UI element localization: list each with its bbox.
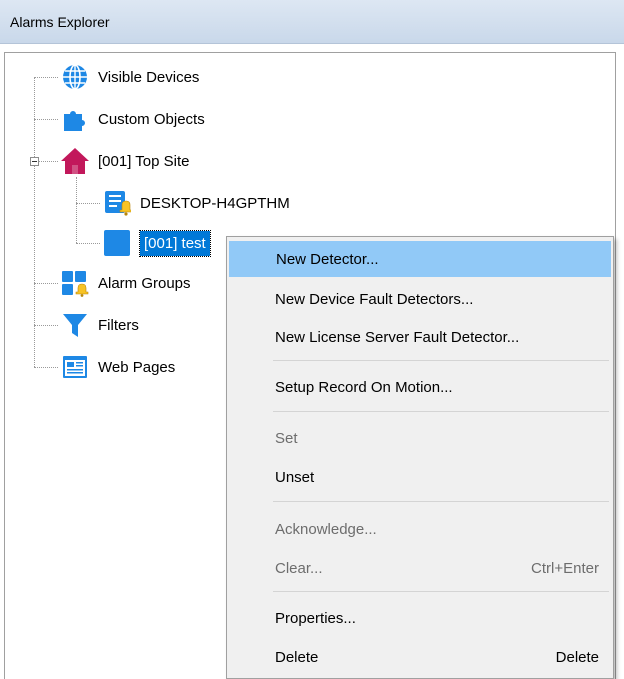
- tree-item-custom-objects[interactable]: Custom Objects: [58, 104, 205, 134]
- tree-item-filters[interactable]: Filters: [58, 310, 139, 340]
- menu-item-new-license-server-fault-detector[interactable]: New License Server Fault Detector...: [229, 319, 611, 355]
- tree-item-visible-devices[interactable]: Visible Devices: [58, 62, 199, 92]
- tree-item-test[interactable]: [001] test: [100, 228, 211, 258]
- menu-item-setup-record-on-motion[interactable]: Setup Record On Motion...: [229, 369, 611, 405]
- alarm-groups-icon: [58, 268, 92, 298]
- tree-connector: [34, 77, 58, 78]
- tree-connector: [34, 325, 58, 326]
- menu-item-label: New Device Fault Detectors...: [275, 290, 474, 308]
- tree-connector: [76, 243, 100, 244]
- menu-item-shortcut: Delete: [555, 648, 599, 666]
- menu-item-clear: Clear... Ctrl+Enter: [229, 550, 611, 586]
- menu-item-set: Set: [229, 420, 611, 456]
- funnel-icon: [58, 310, 92, 340]
- tree-item-label: Custom Objects: [98, 110, 205, 128]
- tree-item-desktop[interactable]: DESKTOP-H4GPTHM: [100, 188, 290, 218]
- tree-connector: [76, 177, 77, 243]
- panel-title: Alarms Explorer: [10, 14, 110, 30]
- tree-connector: [34, 77, 35, 367]
- menu-item-label: Acknowledge...: [275, 520, 377, 538]
- tree-connector: [39, 161, 58, 162]
- tree-item-alarm-groups[interactable]: Alarm Groups: [58, 268, 191, 298]
- menu-item-acknowledge: Acknowledge...: [229, 511, 611, 547]
- menu-item-delete[interactable]: Delete Delete: [229, 639, 611, 675]
- context-menu: New Detector... New Device Fault Detecto…: [226, 236, 614, 679]
- menu-item-shortcut: Ctrl+Enter: [531, 559, 599, 577]
- menu-item-label: Setup Record On Motion...: [275, 378, 453, 396]
- tree-item-web-pages[interactable]: Web Pages: [58, 352, 175, 382]
- globe-icon: [58, 62, 92, 92]
- tree-item-label: [001] test: [139, 229, 211, 257]
- menu-separator: [273, 591, 609, 592]
- menu-item-label: Delete: [275, 648, 319, 666]
- menu-item-label: Clear...: [275, 559, 323, 577]
- menu-item-properties[interactable]: Properties...: [229, 600, 611, 636]
- menu-item-label: Properties...: [275, 609, 356, 627]
- tree-connector: [34, 119, 58, 120]
- menu-item-label: Set: [275, 429, 298, 447]
- tree-item-label: Filters: [98, 316, 139, 334]
- menu-separator: [273, 501, 609, 502]
- menu-item-new-device-fault-detectors[interactable]: New Device Fault Detectors...: [229, 281, 611, 317]
- tree-connector: [34, 283, 58, 284]
- menu-item-label: New Detector...: [276, 250, 379, 268]
- menu-item-new-detector[interactable]: New Detector...: [229, 241, 611, 277]
- tree-item-label: Web Pages: [98, 358, 176, 376]
- tree-item-label: Visible Devices: [98, 68, 200, 86]
- menu-item-unset[interactable]: Unset: [229, 459, 611, 495]
- tree-item-label: [001] Top Site: [98, 152, 190, 170]
- camera-box-icon: [100, 228, 134, 258]
- tree-connector: [76, 203, 100, 204]
- tree-connector: [34, 367, 58, 368]
- panel-titlebar: Alarms Explorer: [0, 0, 624, 44]
- house-icon: [58, 146, 92, 176]
- tree-item-top-site[interactable]: [001] Top Site: [58, 146, 189, 176]
- tree-item-label: Alarm Groups: [98, 274, 191, 292]
- menu-item-label: Unset: [275, 468, 315, 486]
- server-alarm-icon: [100, 188, 134, 218]
- menu-separator: [273, 411, 609, 412]
- web-page-icon: [58, 352, 92, 382]
- puzzle-icon: [58, 104, 92, 134]
- collapse-toggle-top-site[interactable]: [30, 157, 39, 166]
- tree-item-label: DESKTOP-H4GPTHM: [140, 194, 290, 212]
- menu-item-label: New License Server Fault Detector...: [275, 328, 520, 346]
- menu-separator: [273, 360, 609, 361]
